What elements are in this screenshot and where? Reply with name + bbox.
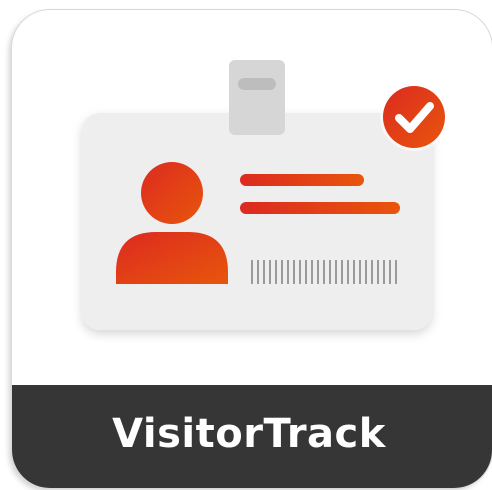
visitor-badge-icon [82,60,448,330]
checkmark-icon [380,83,448,151]
app-name: VisitorTrack [112,410,386,457]
app-icon-tile[interactable]: VisitorTrack [12,10,492,488]
badge-clip [229,60,285,135]
app-name-band: VisitorTrack [12,385,492,488]
id-card [82,113,432,330]
